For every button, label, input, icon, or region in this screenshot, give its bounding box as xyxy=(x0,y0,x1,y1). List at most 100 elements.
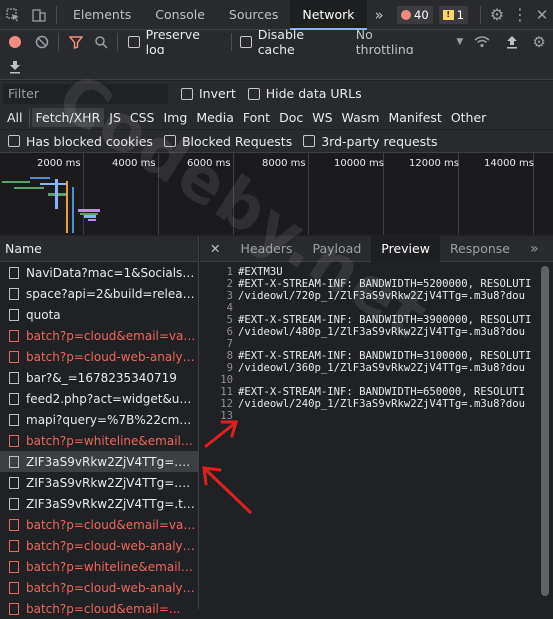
scrollbar-thumb[interactable] xyxy=(541,266,549,596)
checkbox-box[interactable] xyxy=(181,87,193,100)
blocked-requests-checkbox[interactable]: Blocked Requests xyxy=(163,134,292,149)
code-line: 3/videowl/720p_1/ZlF3aS9vRkw2ZjV4TTg=.m3… xyxy=(200,290,540,302)
warning-count-badge[interactable]: ! 1 xyxy=(438,5,468,24)
type-filter-wasm[interactable]: Wasm xyxy=(338,108,384,127)
type-filter-ws[interactable]: WS xyxy=(308,108,336,127)
divider xyxy=(56,5,57,24)
type-filter-img[interactable]: Img xyxy=(160,108,192,127)
request-name: NaviData?mac=1&Socials=1... xyxy=(26,265,196,280)
request-row[interactable]: batch?p=cloud&email=vagne... xyxy=(0,325,198,346)
file-icon xyxy=(9,287,19,300)
tab-preview[interactable]: Preview xyxy=(371,235,440,262)
line-number: 9 xyxy=(226,362,233,374)
request-row[interactable]: batch?p=cloud-web-analytics... xyxy=(0,577,198,598)
checkbox-box[interactable] xyxy=(247,87,260,100)
record-icon[interactable] xyxy=(0,30,30,54)
code-line: 9/videowl/360p_1/ZlF3aS9vRkw2ZjV4TTg=.m3… xyxy=(200,362,540,374)
request-row[interactable]: space?api=2&build=release-c... xyxy=(0,283,198,304)
checkbox-box[interactable] xyxy=(239,36,252,48)
tab-response[interactable]: Response xyxy=(440,236,520,262)
file-icon xyxy=(9,518,19,531)
device-toolbar-icon[interactable] xyxy=(26,0,52,30)
divider xyxy=(28,108,30,127)
error-count-badge[interactable]: 40 xyxy=(397,5,433,24)
code-line: 10 xyxy=(200,374,540,386)
network-settings-gear-icon[interactable]: ⚙ xyxy=(525,30,553,54)
type-filter-media[interactable]: Media xyxy=(192,108,238,127)
filter-input[interactable]: Filter xyxy=(3,83,168,104)
type-filter-js[interactable]: JS xyxy=(105,108,125,127)
line-number: 4 xyxy=(226,302,233,314)
network-toolbar-row2 xyxy=(0,54,553,80)
resource-type-filters: All Fetch/XHR JS CSS Img Media Font Doc … xyxy=(0,106,553,129)
network-toolbar: Preserve log Disable cache No throttling… xyxy=(0,27,553,57)
checkbox-box[interactable] xyxy=(127,36,140,48)
request-name: mapi?query=%7B%22cmd%2... xyxy=(26,412,196,427)
divider xyxy=(230,33,232,51)
request-row[interactable]: mapi?query=%7B%22cmd%2... xyxy=(0,409,198,430)
tab-network[interactable]: Network xyxy=(290,0,367,30)
type-filter-other[interactable]: Other xyxy=(447,108,491,127)
more-detail-tabs-button[interactable]: » xyxy=(520,236,549,262)
throttling-select[interactable]: No throttling ▼ xyxy=(356,27,464,57)
line-number: 3 xyxy=(226,290,233,302)
request-name: batch?p=cloud&email=vagne... xyxy=(26,328,196,343)
tab-console[interactable]: Console xyxy=(143,0,217,30)
request-row[interactable]: ZIF3aS9vRkw2ZjV4TTg=.m3u8... xyxy=(0,472,198,493)
tab-payload[interactable]: Payload xyxy=(303,236,372,262)
request-name: feed2.php?act=widget&utm_... xyxy=(26,391,196,406)
request-row[interactable]: batch?p=whiteline&email=va... xyxy=(0,430,198,451)
third-party-label: 3rd-party requests xyxy=(321,133,438,149)
code-line: 2 #EXT-X-STREAM-INF: BANDWIDTH=5200000, R… xyxy=(200,278,540,290)
kebab-menu-icon[interactable]: ⋮ xyxy=(509,0,531,30)
hide-data-urls-checkbox[interactable]: Hide data URLs xyxy=(247,86,362,101)
wifi-settings-icon[interactable] xyxy=(465,30,499,54)
gear-icon[interactable]: ⚙ xyxy=(485,0,509,30)
request-row[interactable]: ZIF3aS9vRkw2ZjV4TTg=.ts?do... xyxy=(0,493,198,514)
request-row[interactable]: batch?p=cloud-web-analytics... xyxy=(0,346,198,367)
tab-sources[interactable]: Sources xyxy=(217,0,290,30)
export-har-icon[interactable] xyxy=(0,55,30,79)
type-filter-all[interactable]: All xyxy=(3,108,27,127)
line-text: /videowl/720p_1/ZlF3aS9vRkw2ZjV4TTg=.m3u… xyxy=(238,290,526,302)
invert-checkbox[interactable]: Invert xyxy=(181,86,236,101)
third-party-checkbox[interactable]: 3rd-party requests xyxy=(303,133,438,149)
disable-cache-checkbox[interactable]: Disable cache xyxy=(239,27,345,57)
request-row[interactable]: batch?p=cloud-web-analytics... xyxy=(0,535,198,556)
network-overview-timeline[interactable]: 2000 ms 4000 ms 6000 ms 8000 ms 10000 ms… xyxy=(0,153,553,235)
checkbox-box[interactable] xyxy=(303,135,316,147)
file-icon xyxy=(9,329,19,342)
tab-headers[interactable]: Headers xyxy=(230,236,302,262)
type-filter-fetch-xhr[interactable]: Fetch/XHR xyxy=(31,108,105,127)
checkbox-box[interactable] xyxy=(8,135,20,147)
request-row[interactable]: batch?p=cloud&email=vagne... xyxy=(0,514,198,535)
blocked-cookies-checkbox[interactable]: Has blocked cookies xyxy=(8,134,153,149)
clear-icon[interactable] xyxy=(30,30,54,54)
request-row[interactable]: feed2.php?act=widget&utm_... xyxy=(0,388,198,409)
import-har-icon[interactable] xyxy=(499,30,525,54)
type-filter-doc[interactable]: Doc xyxy=(275,108,307,127)
request-name: space?api=2&build=release-c... xyxy=(26,286,196,301)
vertical-scrollbar[interactable] xyxy=(540,264,550,606)
preview-code-view[interactable]: 1 #EXTM3U 2 #EXT-X-STREAM-INF: BANDWIDTH=52… xyxy=(200,266,540,606)
inspect-element-icon[interactable] xyxy=(0,0,26,30)
type-filter-css[interactable]: CSS xyxy=(126,108,159,127)
name-column-header[interactable]: Name xyxy=(0,236,198,262)
request-row[interactable]: NaviData?mac=1&Socials=1... xyxy=(0,262,198,283)
filter-icon[interactable] xyxy=(63,30,89,54)
preserve-log-checkbox[interactable]: Preserve log xyxy=(127,27,223,57)
request-row[interactable]: bar?&_=1678235340719 xyxy=(0,367,198,388)
checkbox-box[interactable] xyxy=(163,135,176,147)
detail-tabs: ✕ Headers Payload Preview Response » xyxy=(200,235,553,262)
more-tabs-button[interactable]: » xyxy=(367,0,392,30)
request-row[interactable]: batch?p=whiteline&email=va... xyxy=(0,556,198,577)
search-icon[interactable] xyxy=(89,30,113,54)
request-row[interactable]: ZIF3aS9vRkw2ZjV4TTg=.m3u8... xyxy=(0,451,198,472)
file-icon xyxy=(9,434,19,447)
tab-elements[interactable]: Elements xyxy=(61,0,143,30)
close-icon[interactable]: ✕ xyxy=(531,0,553,30)
request-row[interactable]: quota xyxy=(0,304,198,325)
type-filter-font[interactable]: Font xyxy=(239,108,274,127)
type-filter-manifest[interactable]: Manifest xyxy=(384,108,445,127)
close-detail-icon[interactable]: ✕ xyxy=(200,236,230,262)
